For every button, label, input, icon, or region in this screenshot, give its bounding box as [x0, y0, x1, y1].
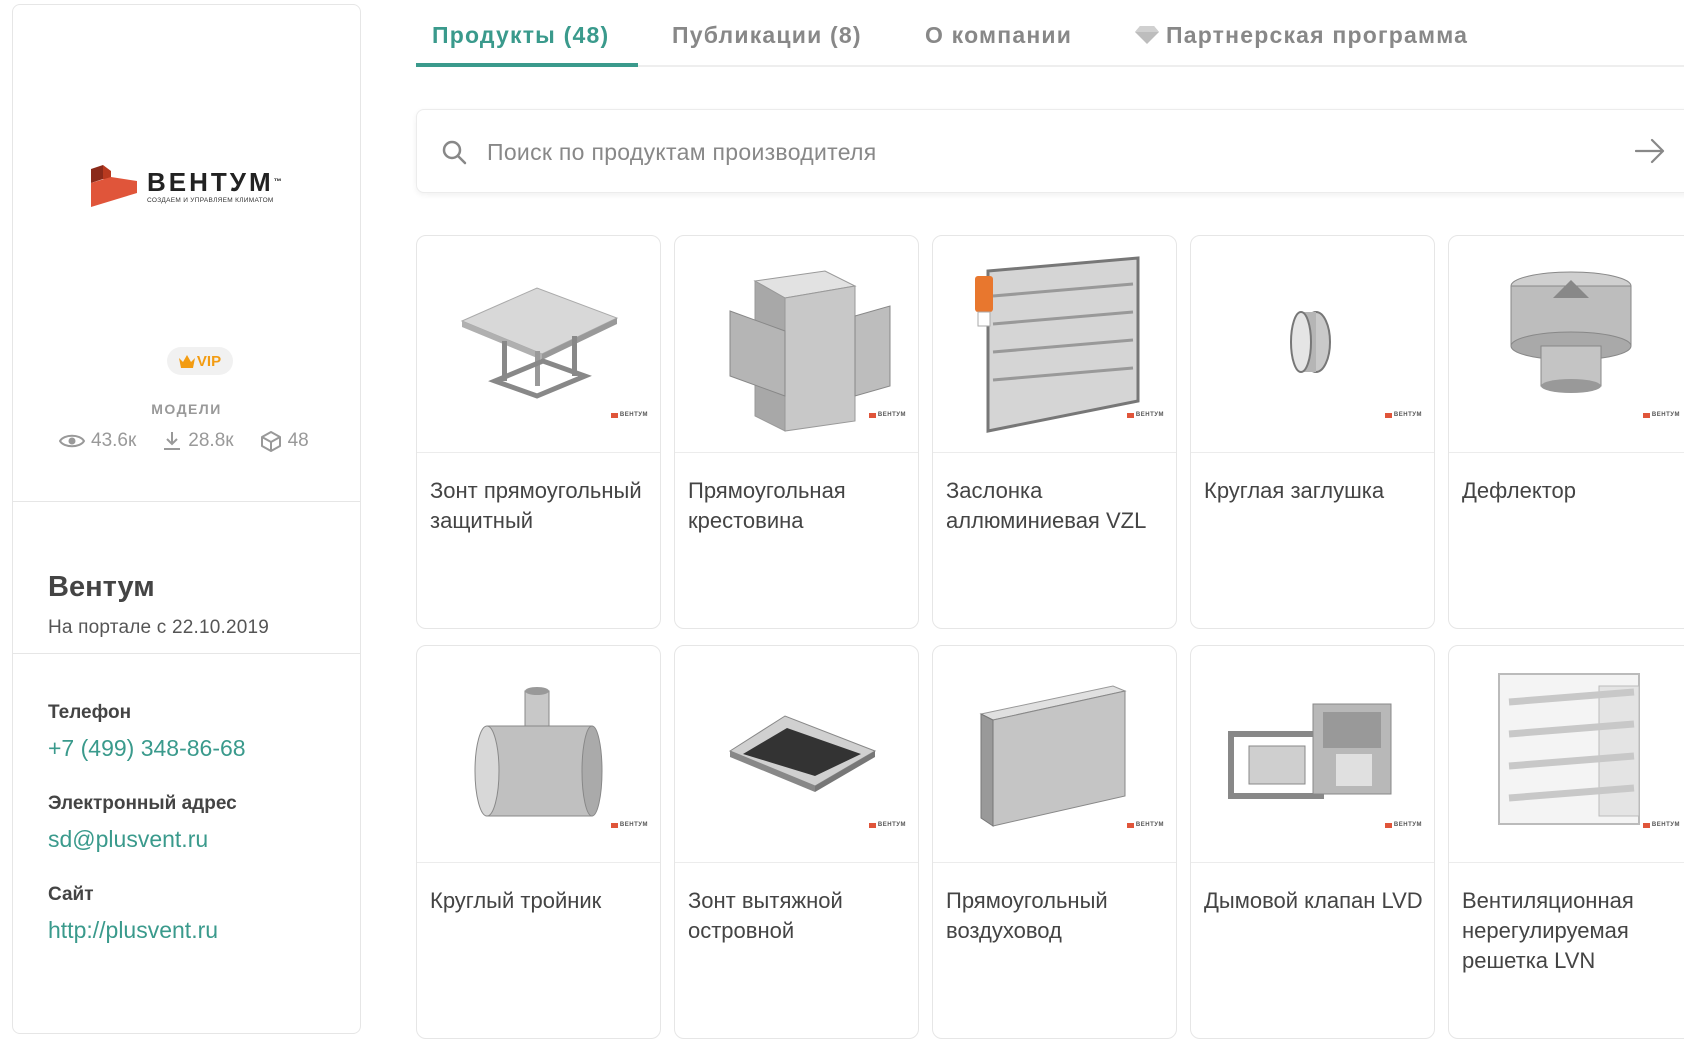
models-count: 48 [287, 430, 309, 451]
logo-area: ВЕНТУМ™ СОЗДАЕМ И УПРАВЛЯЕМ КЛИМАТОМ VIP… [13, 5, 360, 521]
arrow-right-icon[interactable] [1635, 138, 1665, 164]
email-link[interactable]: sd@plusvent.ru [48, 826, 208, 853]
product-grid: ВЕНТУМ Зонт прямоугольный защитный ВЕНТУ… [416, 235, 1684, 1039]
product-image: ВЕНТУМ [417, 646, 660, 863]
email-label: Электронный адрес [48, 793, 237, 814]
product-title: Круглый тройник [430, 888, 602, 913]
product-card[interactable]: ВЕНТУМ Круглая заглушка [1190, 235, 1435, 629]
product-image: ВЕНТУМ [1449, 646, 1684, 863]
product-card[interactable]: ВЕНТУМ Круглый тройник [416, 645, 661, 1039]
search-input[interactable] [485, 130, 1489, 174]
vip-label: VIP [196, 352, 222, 370]
product-title: Прямоугольный воздуховод [946, 888, 1108, 943]
logo-trademark: ™ [273, 177, 282, 186]
brand-watermark: ВЕНТУМ [1384, 412, 1422, 418]
deflector-icon [1510, 271, 1632, 393]
product-card[interactable]: ВЕНТУМ Дефлектор [1448, 235, 1684, 629]
product-title: Зонт вытяжной островной [688, 888, 843, 943]
views-stat: 43.6к [59, 430, 136, 452]
round-cap-icon [1290, 311, 1331, 373]
views-count: 43.6к [91, 430, 137, 451]
tab-publications-label: Публикации (8) [672, 22, 862, 48]
downloads-count: 28.8к [188, 430, 234, 451]
logo-name: ВЕНТУМ [147, 167, 274, 197]
search-icon [442, 140, 467, 165]
company-logo: ВЕНТУМ™ СОЗДАЕМ И УПРАВЛЯЕМ КЛИМАТОМ [87, 160, 307, 212]
product-card[interactable]: ВЕНТУМ Зонт прямоугольный защитный [416, 235, 661, 629]
smoke-valve-icon [1228, 703, 1392, 799]
brand-watermark: ВЕНТУМ [1642, 412, 1680, 418]
product-title: Вентиляционная нерегулируемая решетка LV… [1462, 888, 1634, 973]
product-image: ВЕНТУМ [417, 236, 660, 453]
brand-watermark: ВЕНТУМ [1126, 412, 1164, 418]
brand-watermark: ВЕНТУМ [610, 412, 648, 418]
tab-bar: Продукты (48) Публикации (8) О компании … [416, 0, 1684, 67]
product-title: Дефлектор [1462, 478, 1576, 503]
tab-about[interactable]: О компании [925, 22, 1072, 49]
logo-mark-icon [91, 165, 137, 207]
canopy-icon [460, 287, 619, 399]
tab-partner-program-label: Партнерская программа [1166, 22, 1469, 48]
vip-badge: VIP [167, 347, 233, 375]
product-card[interactable]: ВЕНТУМ Прямоугольная крестовина [674, 235, 919, 629]
member-since: На портале с 22.10.2019 [48, 617, 270, 638]
company-sidebar: ВЕНТУМ™ СОЗДАЕМ И УПРАВЛЯЕМ КЛИМАТОМ VIP… [12, 4, 361, 1034]
product-card[interactable]: ВЕНТУМ Зонт вытяжной островной [674, 645, 919, 1039]
brand-watermark: ВЕНТУМ [1126, 822, 1164, 828]
search-bar [416, 109, 1684, 193]
crown-icon [178, 354, 195, 368]
product-card[interactable]: ВЕНТУМ Прямоугольный воздуховод [932, 645, 1177, 1039]
product-image: ВЕНТУМ [1191, 236, 1434, 453]
sidebar-divider [13, 501, 360, 502]
brand-watermark: ВЕНТУМ [1384, 822, 1422, 828]
tab-products-label: Продукты (48) [432, 22, 610, 48]
phone-link[interactable]: +7 (499) 348-86-68 [48, 735, 246, 762]
product-title: Зонт прямоугольный защитный [430, 478, 642, 533]
damper-icon [975, 256, 1140, 433]
rect-duct-icon [979, 685, 1127, 827]
tab-publications[interactable]: Публикации (8) [672, 22, 862, 49]
island-hood-icon [728, 715, 877, 792]
brand-watermark: ВЕНТУМ [868, 822, 906, 828]
site-label: Сайт [48, 884, 94, 905]
logo-tagline: СОЗДАЕМ И УПРАВЛЯЕМ КЛИМАТОМ [147, 197, 274, 204]
download-icon [164, 432, 181, 450]
sidebar-divider [13, 653, 360, 654]
models-stat: 48 [260, 430, 309, 452]
cross-duct-icon [729, 270, 891, 432]
product-image: ВЕНТУМ [1449, 236, 1684, 453]
product-image: ВЕНТУМ [933, 236, 1176, 453]
product-card[interactable]: ВЕНТУМ Заслонка аллюминиевая VZL [932, 235, 1177, 629]
product-image: ВЕНТУМ [1191, 646, 1434, 863]
cube-icon [260, 431, 281, 452]
site-link[interactable]: http://plusvent.ru [48, 917, 218, 944]
product-title: Прямоугольная крестовина [688, 478, 846, 533]
product-title: Заслонка аллюминиевая VZL [946, 478, 1147, 533]
diamond-icon [1135, 26, 1159, 44]
product-image: ВЕНТУМ [675, 236, 918, 453]
models-label: МОДЕЛИ [151, 401, 222, 417]
round-tee-icon [474, 687, 603, 817]
brand-watermark: ВЕНТУМ [868, 412, 906, 418]
product-image: ВЕНТУМ [933, 646, 1176, 863]
tab-partner-program[interactable]: Партнерская программа [1134, 22, 1468, 49]
louver-grille-icon [1498, 673, 1640, 825]
phone-label: Телефон [48, 702, 132, 723]
tab-products[interactable]: Продукты (48) [432, 22, 609, 49]
product-card[interactable]: ВЕНТУМ Дымовой клапан LVD [1190, 645, 1435, 1039]
stats-row: 43.6к 28.8к 48 [59, 430, 335, 452]
product-image: ВЕНТУМ [675, 646, 918, 863]
tab-about-label: О компании [925, 22, 1073, 48]
company-name: Вентум [48, 571, 155, 603]
active-tab-indicator [416, 63, 638, 67]
brand-watermark: ВЕНТУМ [1642, 822, 1680, 828]
downloads-stat: 28.8к [162, 430, 234, 452]
product-title: Круглая заглушка [1204, 478, 1385, 503]
eye-icon [59, 434, 85, 448]
product-card[interactable]: ВЕНТУМ Вентиляционная нерегулируемая реш… [1448, 645, 1684, 1039]
brand-watermark: ВЕНТУМ [610, 822, 648, 828]
product-title: Дымовой клапан LVD [1204, 888, 1423, 913]
